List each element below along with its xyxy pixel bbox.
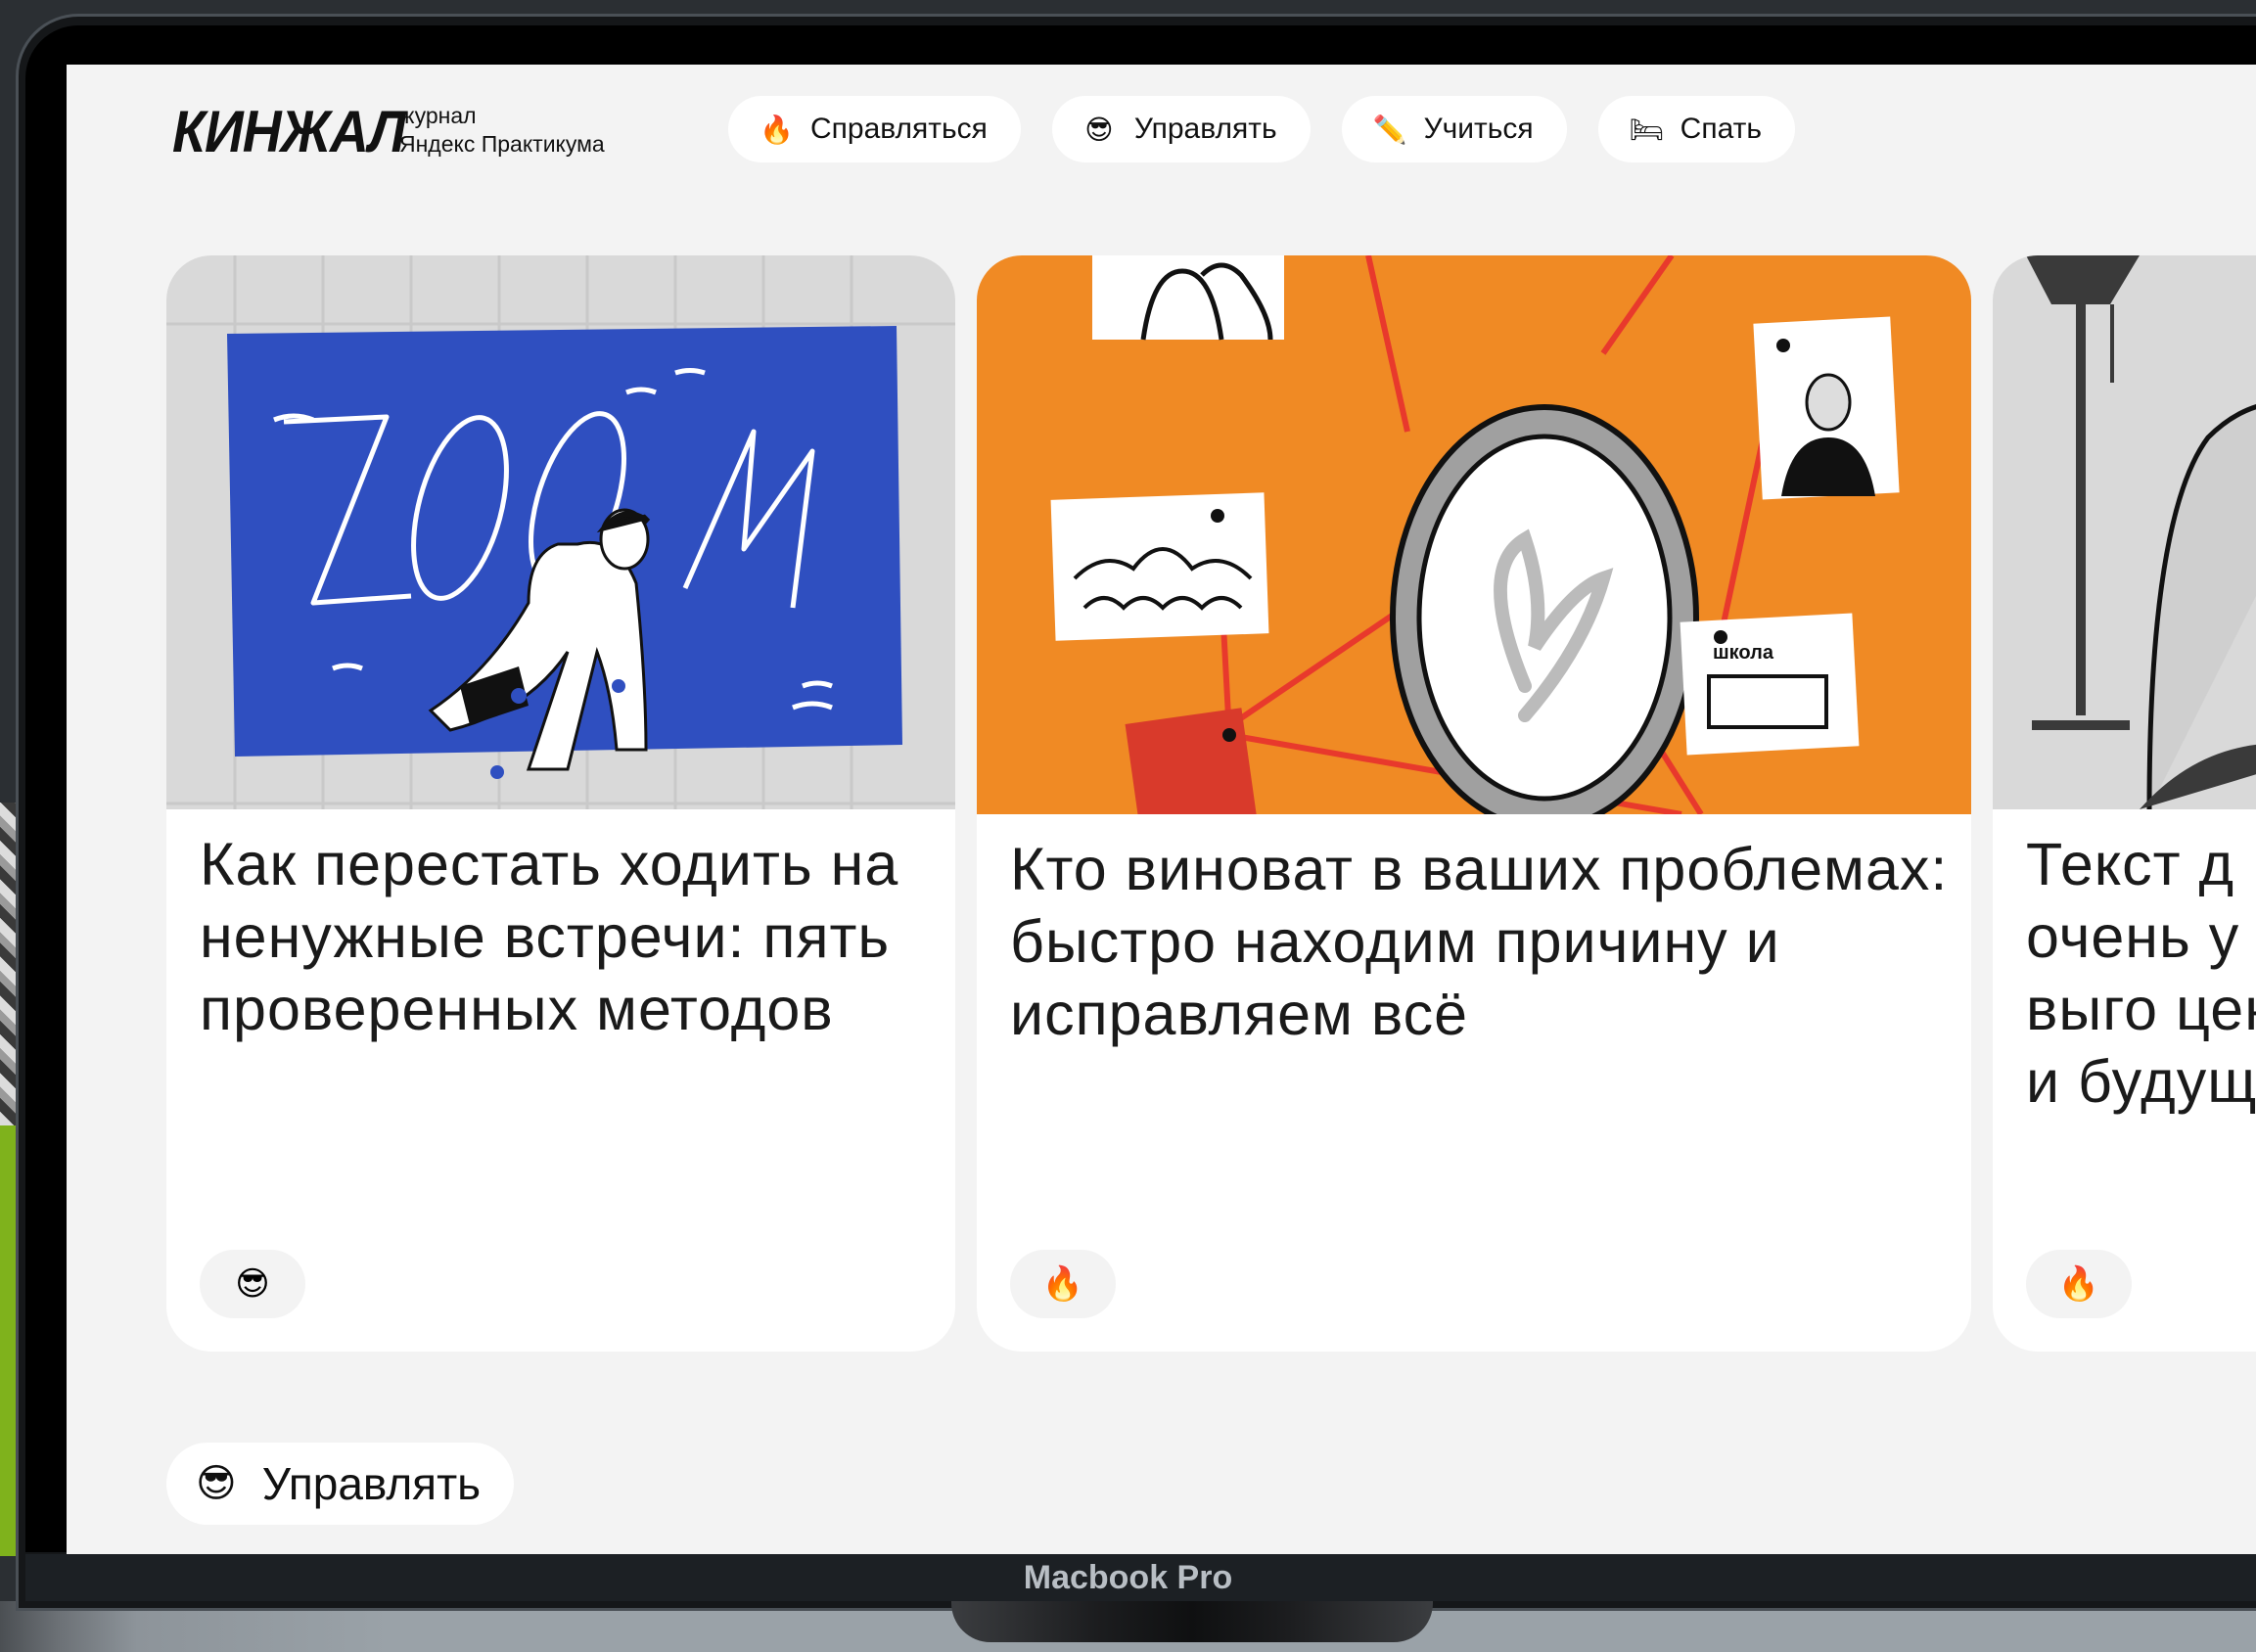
category-nav: 🔥 Справляться 😎 Управлять ✏️ Учиться 🛏 С…	[728, 96, 1795, 162]
sunglasses-face-icon: 😎	[235, 1265, 270, 1303]
pencil-icon: ✏️	[1372, 114, 1407, 145]
nav-item-cope[interactable]: 🔥 Справляться	[728, 96, 1021, 162]
article-card[interactable]: Текст д очень у (о выго ценнос и будущ 🔥	[1993, 255, 2256, 1352]
fire-icon: 🔥	[2057, 1265, 2100, 1303]
ornate-mirror	[1390, 404, 1699, 814]
nav-item-learn[interactable]: ✏️ Учиться	[1341, 96, 1567, 162]
sunglasses-face-icon: 😎	[196, 1462, 237, 1505]
school-sign-text: школа	[1713, 642, 1774, 664]
nav-item-label: Справляться	[810, 113, 988, 145]
article-card[interactable]: Как перестать ходить на ненужные встречи…	[166, 255, 955, 1352]
section-heading-label: Управлять	[261, 1458, 482, 1509]
device-label: Macbook Pro	[1023, 1559, 1233, 1596]
article-title[interactable]: Кто виноват в ваших проблемах: быстро на…	[1010, 833, 1952, 1050]
site-logo[interactable]: КИНЖАЛ	[172, 98, 406, 165]
article-title[interactable]: Как перестать ходить на ненужные встречи…	[200, 828, 936, 1045]
article-category-tag[interactable]: 😎	[200, 1250, 305, 1318]
section-heading-manage[interactable]: 😎 Управлять	[166, 1443, 515, 1525]
site-tagline: журнал Яндекс Практикума	[399, 102, 605, 159]
tagline-line-2: Яндекс Практикума	[399, 131, 605, 157]
article-card[interactable]: школа Кто виноват в ваших проблемах: быс…	[977, 255, 1971, 1352]
article-category-tag[interactable]: 🔥	[2026, 1250, 2132, 1318]
nav-item-label: Управлять	[1133, 113, 1277, 145]
article-title[interactable]: Текст д очень у (о выго ценнос и будущ	[2026, 828, 2256, 1118]
bed-icon: 🛏	[1629, 114, 1665, 145]
nav-item-manage[interactable]: 😎 Управлять	[1051, 96, 1311, 162]
fire-icon: 🔥	[1041, 1265, 1084, 1303]
mirror-evidence-illustration: школа	[977, 255, 1971, 814]
sunglasses-face-icon: 😎	[1084, 114, 1114, 145]
article-category-tag[interactable]: 🔥	[1010, 1250, 1116, 1318]
nav-item-sleep[interactable]: 🛏 Спать	[1597, 96, 1795, 162]
nav-item-label: Учиться	[1423, 113, 1534, 145]
fire-icon: 🔥	[760, 114, 794, 145]
zoom-swimmer-illustration	[166, 255, 955, 809]
nav-item-label: Спать	[1680, 113, 1762, 145]
laptop-hinge-notch	[951, 1601, 1433, 1642]
tagline-line-1: журнал	[399, 103, 477, 128]
laptop-screen: КИНЖАЛ журнал Яндекс Практикума 🔥 Справл…	[67, 65, 2256, 1554]
armchair-lamp-illustration	[1993, 255, 2256, 809]
